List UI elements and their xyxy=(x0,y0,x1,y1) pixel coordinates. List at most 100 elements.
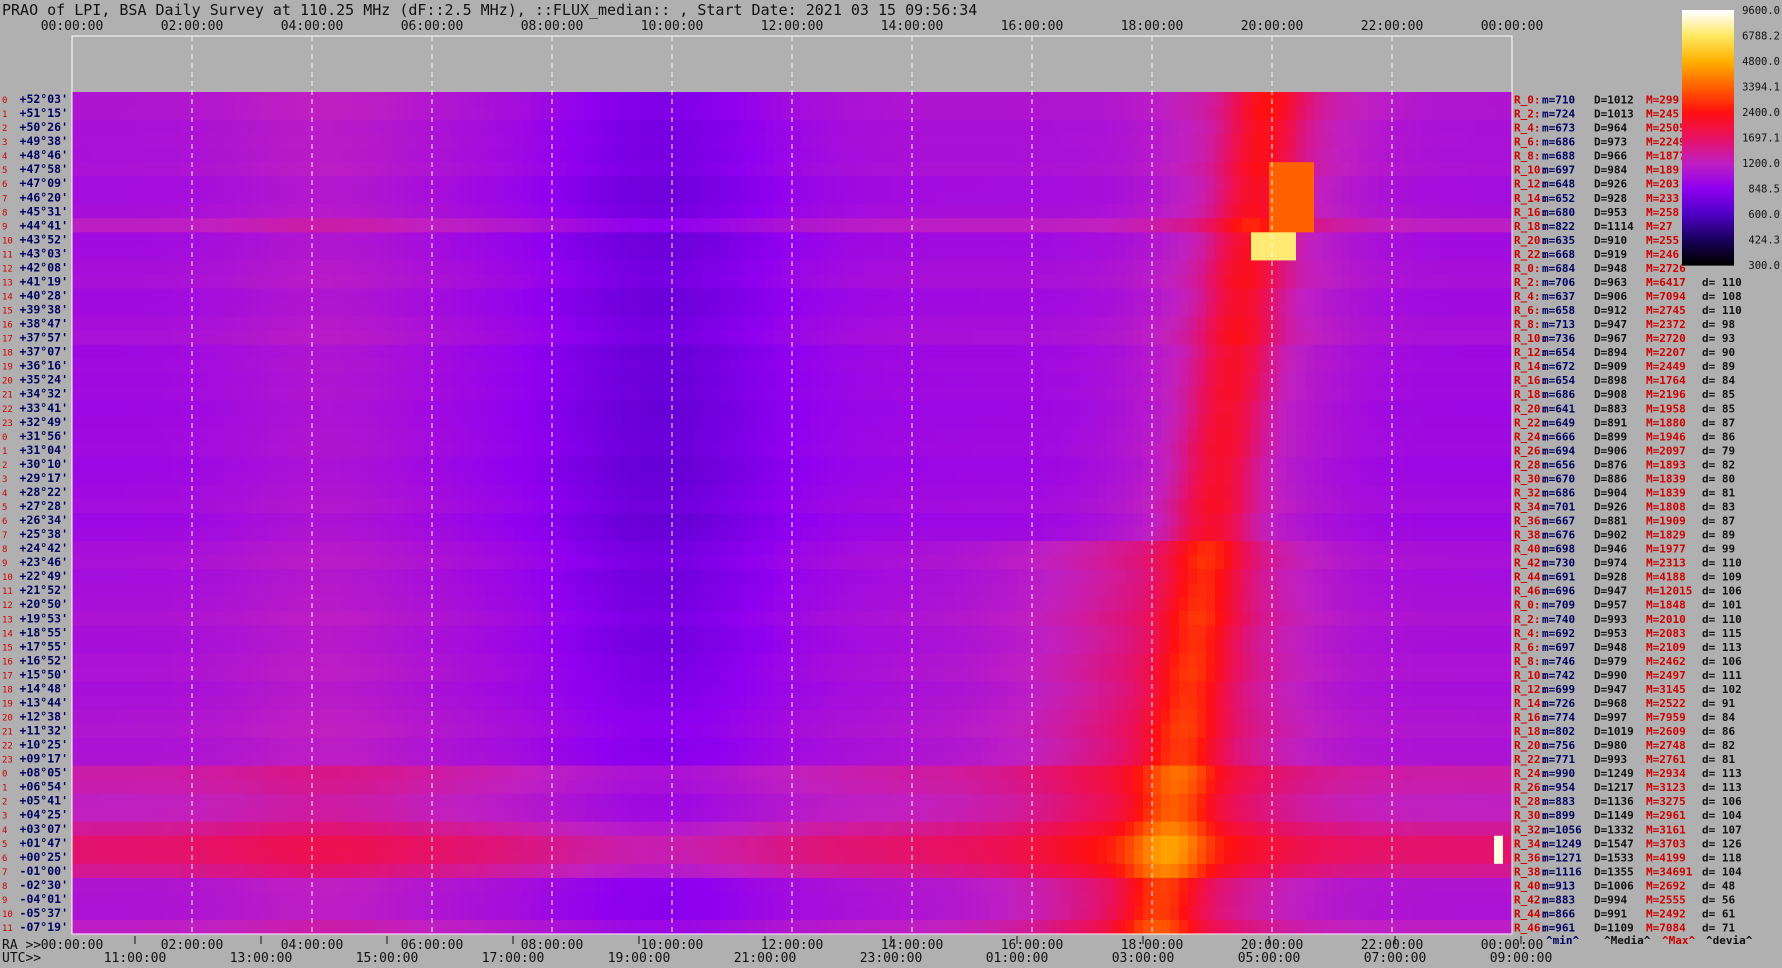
heat-cell xyxy=(1197,513,1207,528)
heat-cell xyxy=(927,246,937,261)
heat-cell xyxy=(1125,442,1135,458)
heat-cell xyxy=(657,190,667,205)
heat-cell xyxy=(207,513,217,528)
heat-cell xyxy=(1341,92,1351,107)
heat-cell xyxy=(1449,442,1459,458)
heat-cell xyxy=(603,218,613,233)
heat-cell xyxy=(738,372,748,388)
heat-cell xyxy=(90,372,100,388)
heat-cell xyxy=(792,246,802,261)
heat-cell xyxy=(486,260,496,276)
heat-cell xyxy=(1026,274,1036,290)
heat-cell xyxy=(414,344,424,360)
heat-cell xyxy=(765,316,775,332)
heat-cell xyxy=(819,456,829,472)
heat-cell xyxy=(1188,498,1198,514)
heat-cell xyxy=(72,120,82,135)
heat-cell xyxy=(711,456,721,472)
heat-cell xyxy=(495,120,505,135)
heat-cell xyxy=(990,470,1000,486)
heat-cell xyxy=(261,330,271,346)
heat-cell xyxy=(387,288,397,304)
heat-cell xyxy=(1026,498,1036,514)
heat-cell xyxy=(1179,400,1189,416)
heat-cell xyxy=(468,204,478,219)
heat-cell xyxy=(162,470,172,486)
heat-cell xyxy=(1314,134,1324,149)
heat-cell xyxy=(180,134,190,149)
heat-cell xyxy=(981,470,991,486)
heat-cell xyxy=(837,330,847,346)
heat-cell xyxy=(1305,162,1315,177)
heat-cell xyxy=(1377,92,1387,107)
heat-cell xyxy=(1449,204,1459,219)
heat-cell xyxy=(297,400,307,416)
heat-cell xyxy=(774,106,784,121)
heat-cell xyxy=(774,288,784,304)
heat-cell xyxy=(117,274,127,290)
heat-cell xyxy=(1476,246,1486,261)
heat-cell xyxy=(1242,344,1252,360)
heat-cell xyxy=(369,134,379,149)
heat-cell xyxy=(1413,106,1423,121)
heat-cell xyxy=(918,513,928,528)
heat-cell xyxy=(72,232,82,247)
heat-cell xyxy=(216,316,226,332)
heat-cell xyxy=(675,302,685,318)
heat-cell xyxy=(1170,92,1180,107)
heat-cell xyxy=(900,218,910,233)
heat-cell xyxy=(810,344,820,360)
heat-cell xyxy=(549,134,559,149)
heat-cell xyxy=(1440,372,1450,388)
heat-cell xyxy=(1098,190,1108,205)
heat-cell xyxy=(108,302,118,318)
heat-cell xyxy=(504,498,514,514)
heat-cell xyxy=(1134,162,1144,177)
heat-cell xyxy=(864,92,874,107)
heat-cell xyxy=(1251,513,1261,528)
heat-cell xyxy=(1485,414,1495,430)
heat-cell xyxy=(729,148,739,163)
heat-cell xyxy=(1089,260,1099,276)
heat-cell xyxy=(1431,120,1441,135)
heat-cell xyxy=(108,527,118,542)
heat-cell xyxy=(306,288,316,304)
heat-cell xyxy=(1368,204,1378,219)
heat-cell xyxy=(135,120,145,135)
heat-cell xyxy=(918,372,928,388)
heat-cell xyxy=(1431,428,1441,444)
heat-cell xyxy=(648,106,658,121)
heat-cell xyxy=(315,358,325,374)
heat-cell xyxy=(765,92,775,107)
heat-cell xyxy=(972,442,982,458)
heat-cell xyxy=(468,106,478,121)
heat-cell xyxy=(1440,386,1450,402)
heat-cell xyxy=(468,498,478,514)
heat-cell xyxy=(972,120,982,135)
heat-cell xyxy=(1404,134,1414,149)
heat-cell xyxy=(1161,400,1171,416)
heat-cell xyxy=(351,316,361,332)
heat-cell xyxy=(207,428,217,444)
heat-cell xyxy=(990,456,1000,472)
heat-cell xyxy=(1377,218,1387,233)
heat-cell xyxy=(1323,246,1333,261)
heat-cell xyxy=(792,134,802,149)
heat-cell xyxy=(1503,414,1513,430)
heat-cell xyxy=(369,344,379,360)
heat-cell xyxy=(684,470,694,486)
heat-cell xyxy=(810,428,820,444)
heat-cell xyxy=(774,246,784,261)
heat-cell xyxy=(1008,260,1018,276)
heat-cell xyxy=(639,190,649,205)
heat-cell xyxy=(1305,92,1315,107)
heat-cell xyxy=(954,470,964,486)
heat-cell xyxy=(648,120,658,135)
heat-cell xyxy=(513,218,523,233)
heat-cell xyxy=(1467,302,1477,318)
heat-cell xyxy=(981,246,991,261)
heat-cell xyxy=(1485,148,1495,163)
heat-cell xyxy=(1179,176,1189,191)
heat-cell xyxy=(954,456,964,472)
heat-cell xyxy=(423,414,433,430)
